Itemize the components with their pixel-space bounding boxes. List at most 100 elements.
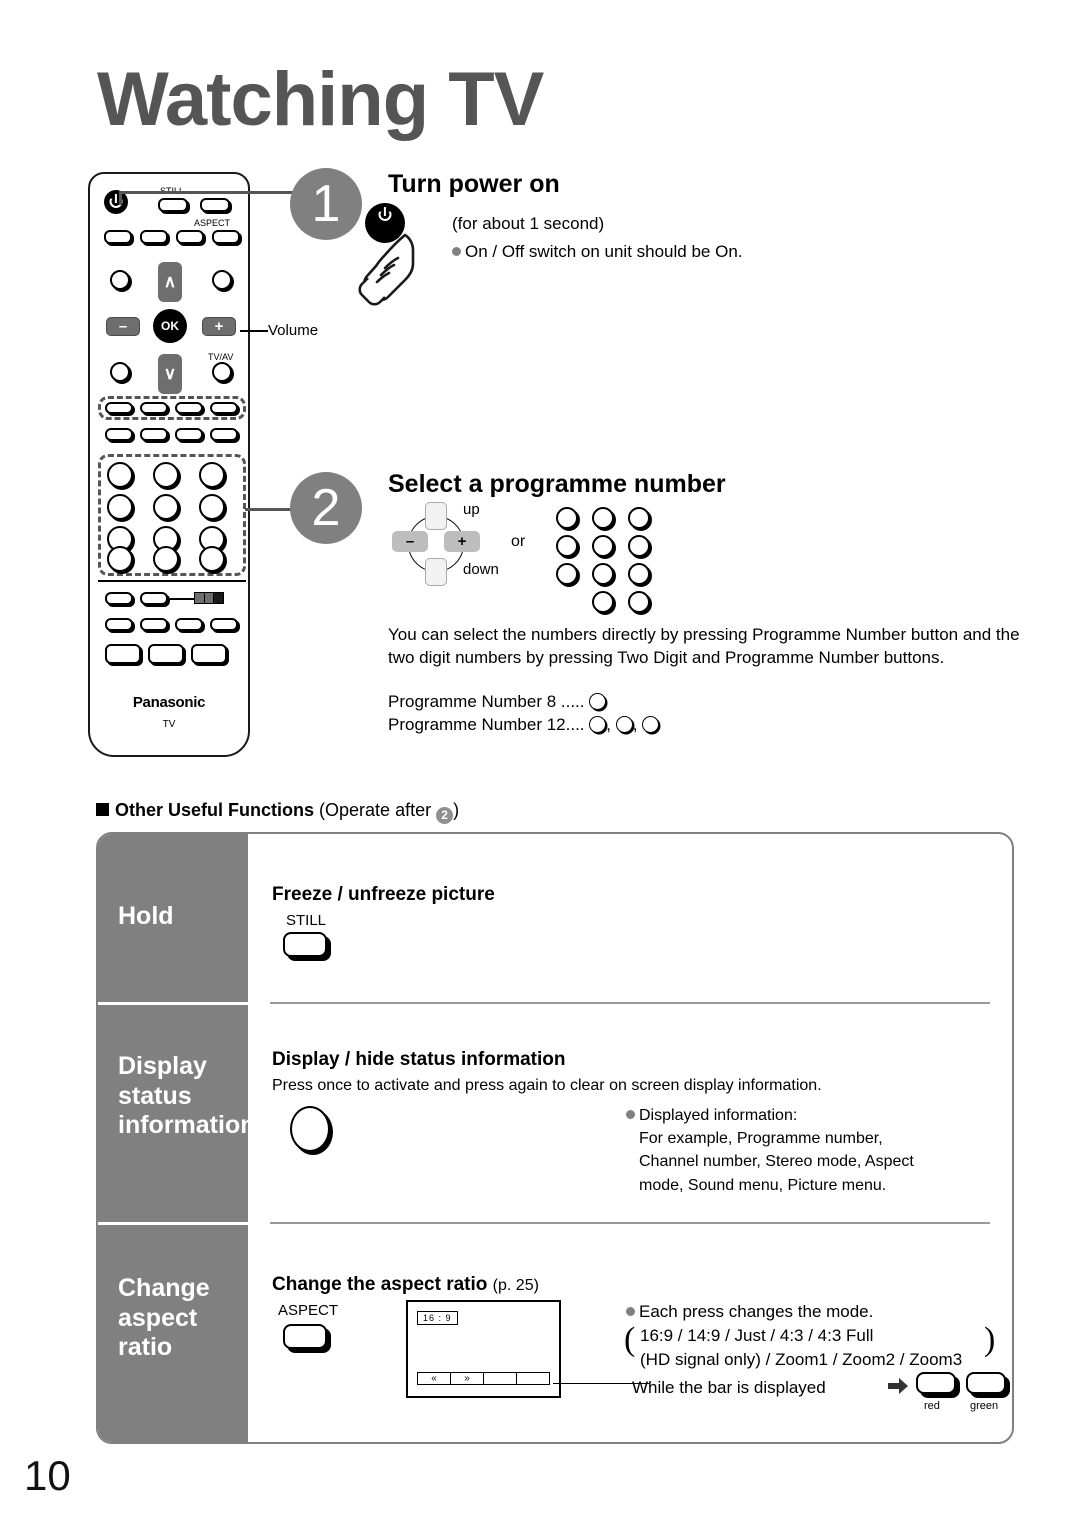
remote-tvav-label: TV/AV (208, 352, 234, 362)
row-2-note-2: Channel number, Stereo mode, Aspect (639, 1153, 914, 1171)
crosspad-up-key (425, 502, 447, 530)
step-2-or-label: or (511, 533, 526, 550)
row-2-note-1: For example, Programme number, (639, 1130, 883, 1148)
ouf-heading-suffix-open: (Operate after (319, 800, 432, 820)
step-2-number: 2 (290, 472, 362, 544)
remote-key-4 (107, 494, 133, 520)
remote-aspect-label: ASPECT (194, 218, 231, 228)
tv-bar-item-0: « (418, 1373, 451, 1384)
step-2-example-1-text: Programme Number 8 ..... (388, 692, 585, 711)
remote-divider (98, 580, 246, 582)
row-3-note-0-row: Each press changes the mode. (626, 1300, 962, 1324)
remote-button-r5a (105, 592, 133, 605)
remote-button-r4c (175, 428, 203, 441)
sidebar-item-display-status: Display status information (118, 1052, 256, 1139)
tv-bar-item-3 (517, 1373, 549, 1384)
remote-tvav-button (212, 362, 232, 382)
remote-key-0 (153, 546, 179, 572)
row-3-note-3: While the bar is displayed (632, 1378, 826, 1397)
row-1-key-caption: STILL (286, 912, 327, 929)
row-3-title-text: Change the aspect ratio (272, 1274, 488, 1295)
remote-button-left-a (110, 270, 130, 290)
keypad-circle-icon-2 (642, 716, 660, 733)
remote-aspect-button (212, 230, 240, 244)
remote-colour-key-red (105, 402, 133, 414)
step-2-paragraph: You can select the numbers directly by p… (388, 625, 1020, 668)
remote-colour-key-yellow (175, 402, 203, 414)
red-colour-key-icon (916, 1372, 956, 1394)
step-2-example-1: Programme Number 8 ..... (388, 690, 607, 713)
keypad-circle-3 (628, 507, 650, 529)
crosspad-minus-key: – (392, 531, 428, 552)
still-button-icon (283, 932, 327, 957)
remote-button-r2a (104, 230, 132, 244)
green-key-label: green (970, 1400, 999, 1412)
row-3-title: Change the aspect ratio (p. 25) (272, 1274, 539, 1296)
sidebar-item-change-aspect: Change aspect ratio (118, 1274, 210, 1361)
bullet-dot-icon-2 (626, 1110, 635, 1119)
remote-slider-line (170, 598, 194, 600)
remote-button-r6b (140, 618, 168, 631)
bullet-dot-icon (452, 247, 461, 256)
remote-volume-up-button: + (202, 317, 236, 336)
row-2-subtitle: Press once to activate and press again t… (272, 1077, 822, 1094)
remote-control-illustration: STILL ASPECT ∧ – OK + ∨ TV/AV (88, 172, 250, 757)
other-useful-functions-table: Hold Display status information Change a… (96, 832, 1014, 1444)
remote-brand-sublabel: TV (162, 719, 176, 730)
remote-key-two-digit (107, 546, 133, 572)
row-2-note-0-row: Displayed information: (626, 1104, 914, 1127)
row-2-note-3: mode, Sound menu, Picture menu. (639, 1176, 887, 1194)
remote-still-button (158, 198, 188, 212)
page-number: 10 (24, 1452, 71, 1499)
remote-brand-logo: Panasonic (132, 694, 206, 711)
remote-colour-key-green (140, 402, 168, 414)
row-1-title: Freeze / unfreeze picture (272, 884, 495, 905)
remote-button-r6d (210, 618, 238, 631)
tv-bar-item-1: » (451, 1373, 484, 1384)
crosspad-down-key (425, 558, 447, 586)
step-2-example-2-text: Programme Number 12.... (388, 715, 585, 734)
remote-button-r4a (105, 428, 133, 441)
green-colour-key-icon (966, 1372, 1006, 1394)
remote-ok-button: OK (153, 309, 187, 343)
keypad-circle-1 (556, 507, 578, 529)
step-1-heading: Turn power on (388, 170, 560, 198)
row-3-title-page: (p. 25) (492, 1277, 539, 1294)
remote-button-r6a (105, 618, 133, 631)
square-bullet-icon (96, 803, 109, 816)
remote-button-r4b (140, 428, 168, 441)
right-arrow-icon (888, 1378, 908, 1394)
sidebar-separator-1 (98, 1002, 248, 1005)
crosspad-down-label: down (463, 561, 499, 578)
row-2-notes: Displayed information: For example, Prog… (626, 1104, 914, 1197)
page-title: Watching TV (97, 57, 544, 142)
remote-key-3 (199, 462, 225, 488)
remote-channel-down-button: ∨ (158, 354, 182, 394)
sidebar-separator-2 (98, 1222, 248, 1225)
row-2-title: Display / hide status information (272, 1049, 566, 1070)
bullet-dot-icon-3 (626, 1307, 635, 1316)
remote-button-right-a (212, 270, 232, 290)
remote-button-r2c (176, 230, 204, 244)
remote-key-5 (153, 494, 179, 520)
remote-button-r7c (191, 644, 227, 664)
tv-screen-mockup: 16 : 9 « » (406, 1300, 561, 1398)
remote-button-r6c (175, 618, 203, 631)
remote-slider-switch (194, 592, 224, 604)
other-useful-functions-heading: Other Useful Functions (Operate after 2) (96, 800, 459, 824)
crosspad-plus-key: + (444, 531, 480, 552)
row-separator-1 (270, 1002, 990, 1004)
remote-button-r2b (140, 230, 168, 244)
remote-key-6 (199, 494, 225, 520)
row-3-note-1: 16:9 / 14:9 / Just / 4:3 / 4:3 Full (640, 1326, 874, 1346)
step-2-heading: Select a programme number (388, 470, 726, 498)
keypad-circle-4 (556, 535, 578, 557)
tv-aspect-bar: « » (417, 1372, 550, 1385)
status-display-button-icon (290, 1106, 330, 1152)
pointing-hand-icon (358, 233, 415, 306)
keypad-circle-icon-8 (589, 693, 607, 710)
ouf-heading-badge: 2 (436, 807, 454, 824)
row-separator-2 (270, 1222, 990, 1224)
row-3-note-2: (HD signal only) / Zoom1 / Zoom2 / Zoom3 (640, 1350, 963, 1370)
remote-channel-up-button: ∧ (158, 262, 182, 302)
